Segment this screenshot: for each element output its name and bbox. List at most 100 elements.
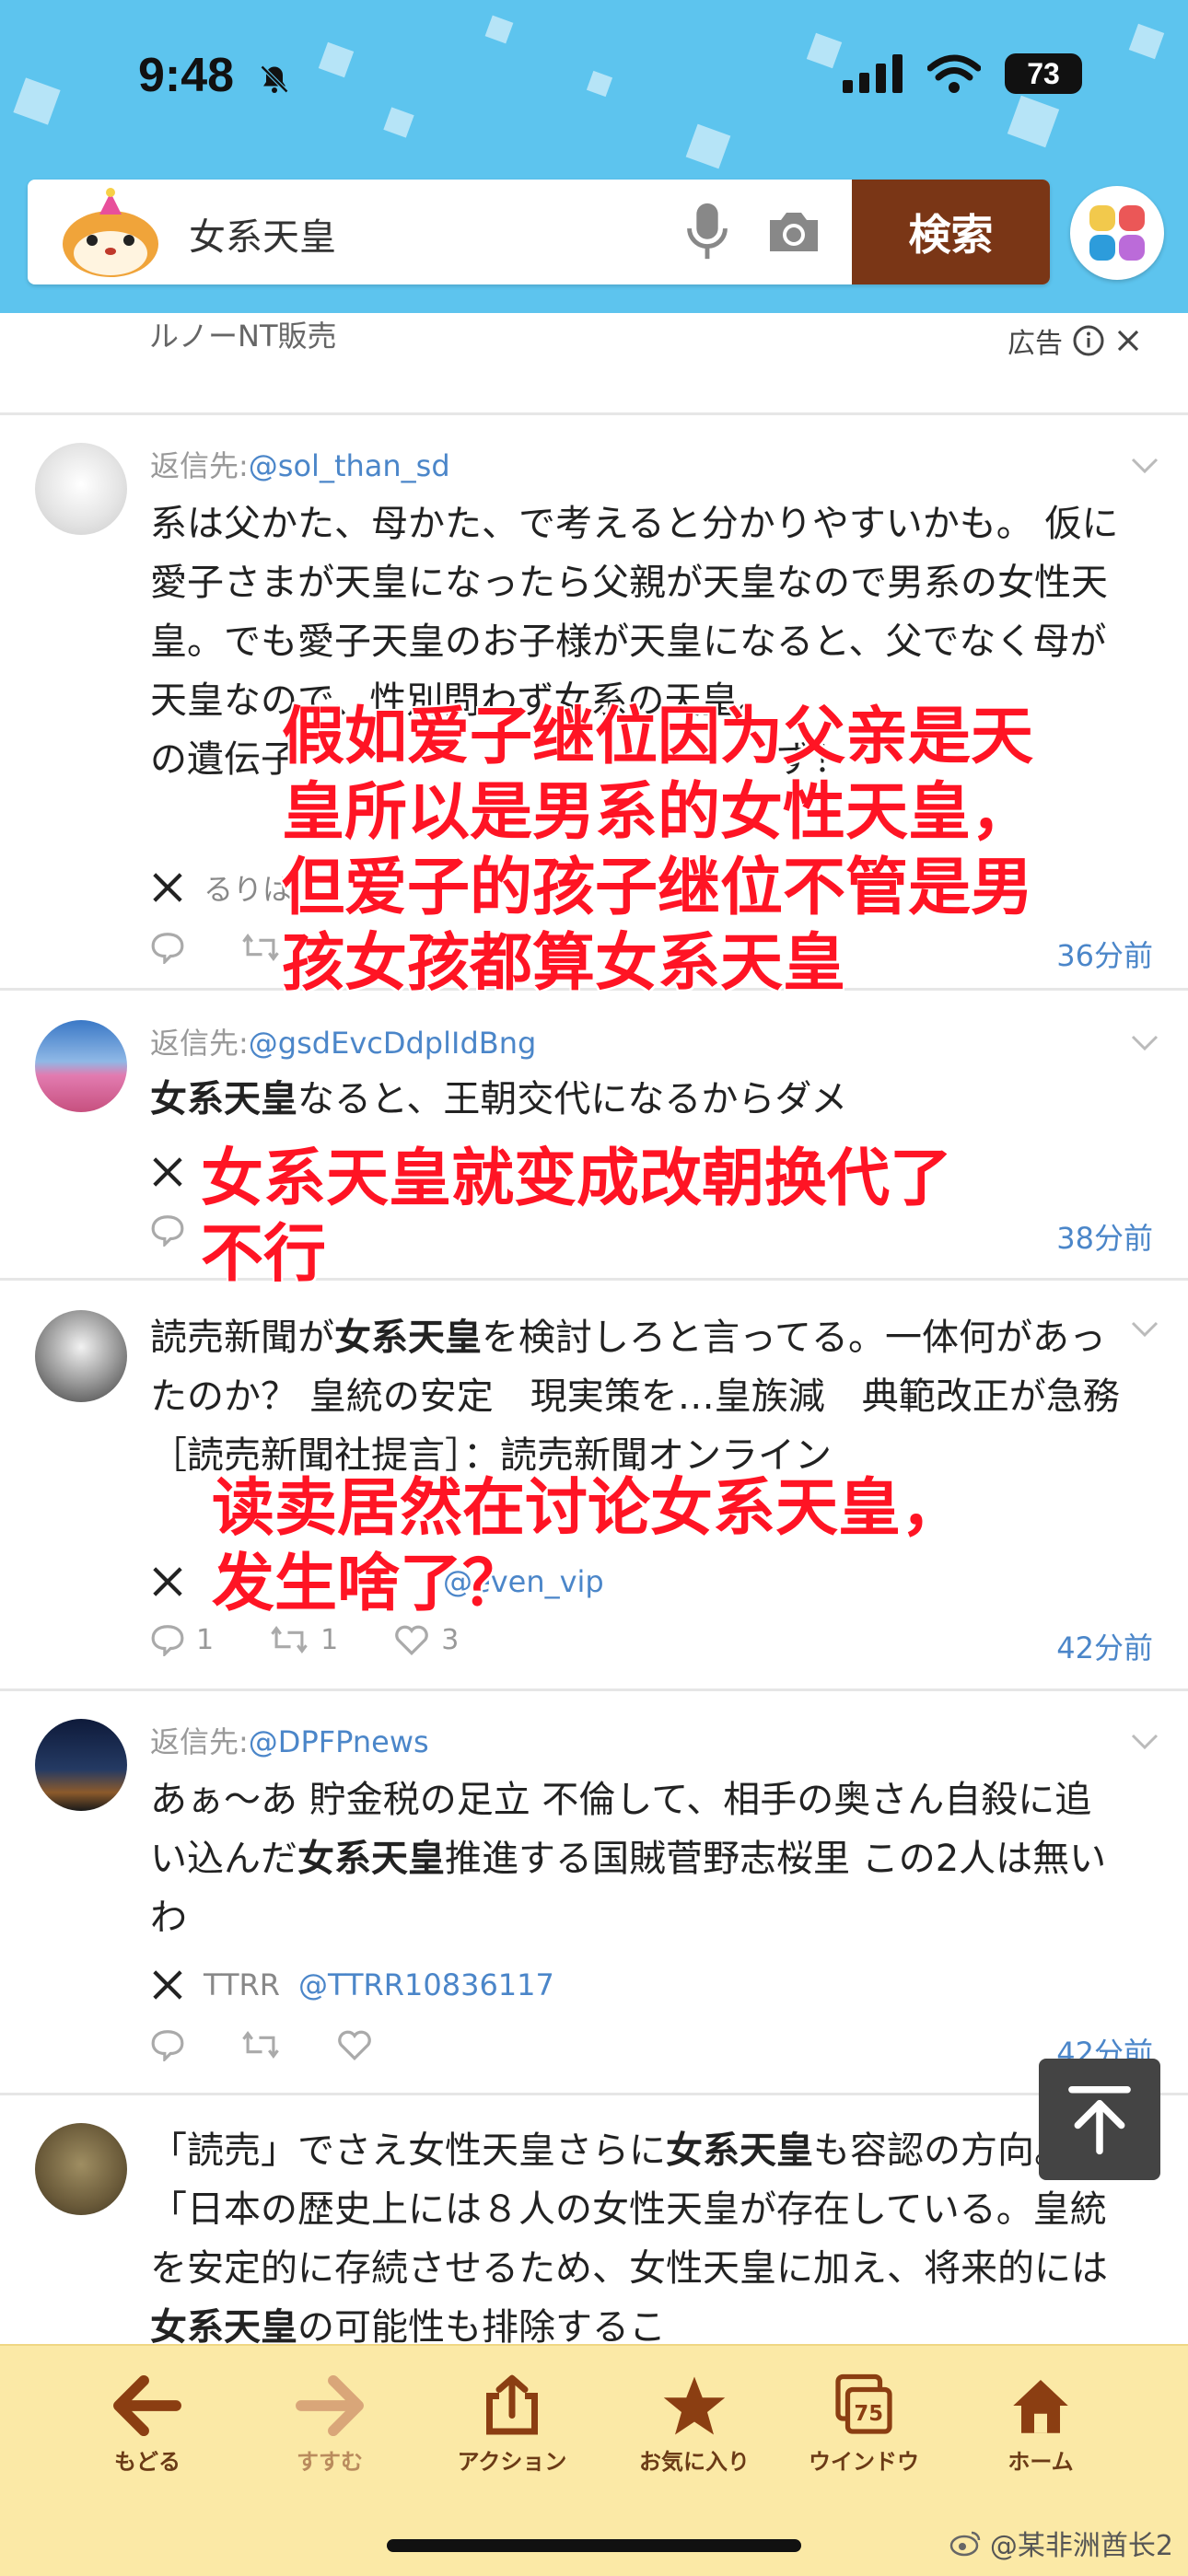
- favorites-button[interactable]: お気に入り: [611, 2373, 777, 2476]
- like-button[interactable]: [336, 2028, 373, 2061]
- back-label: もどる: [114, 2449, 181, 2475]
- search-input[interactable]: 女系天皇: [189, 207, 336, 261]
- tweet-text: 女系天皇なると、王朝交代になるからダメ: [150, 1070, 1122, 1129]
- retweet-icon: [242, 2031, 279, 2059]
- retweet-button[interactable]: 1: [269, 1624, 338, 1656]
- chevron-down-icon[interactable]: [1131, 1321, 1159, 1338]
- windows-count: 75: [854, 2402, 883, 2426]
- keyword-highlight: 女系天皇: [666, 2129, 813, 2172]
- scroll-to-top-button[interactable]: [1039, 2059, 1160, 2180]
- watermark: @某非洲酋长2: [949, 2523, 1173, 2563]
- arrow-up-to-top-icon: [1068, 2085, 1131, 2155]
- reply-to: 返信先:@DPFPnews: [150, 1719, 429, 1761]
- retweet-button[interactable]: [240, 2029, 281, 2060]
- x-logo-icon: [153, 1157, 182, 1187]
- tweet-author[interactable]: TTRR @TTRR10836117: [150, 1967, 554, 2002]
- search-bar[interactable]: 女系天皇 検索: [28, 180, 1050, 284]
- tweet-text: 「読売」でさえ女性天皇さらに女系天皇も容認の方向。＜「日本の歴史上には８人の女性…: [150, 2121, 1122, 2349]
- avatar[interactable]: [35, 2123, 127, 2215]
- reply-prefix: 返信先:: [150, 448, 249, 483]
- avatar[interactable]: [35, 1020, 127, 1112]
- windows-button[interactable]: 75 ウインドウ: [781, 2373, 947, 2476]
- reply-handle[interactable]: @DPFPnews: [249, 1724, 429, 1759]
- chevron-down-icon[interactable]: [1131, 1734, 1159, 1750]
- tweet-text-fragment: 読売新聞が: [150, 1317, 334, 1359]
- tweet-author[interactable]: るりは: [150, 866, 292, 909]
- reply-button[interactable]: [150, 1213, 185, 1247]
- home-indicator[interactable]: [387, 2539, 801, 2552]
- tweet-time[interactable]: 36分前: [1056, 933, 1153, 975]
- weibo-logo-icon: [949, 2531, 981, 2557]
- annotation-overlay: 假如爱子继位因为父亲是天 皇所以是男系的女性天皇， 但爱子的孩子继位不管是男 孩…: [280, 699, 1035, 1002]
- forward-label: すすむ: [297, 2449, 363, 2475]
- author-name: TTRR: [204, 1967, 280, 2002]
- share-icon: [486, 2374, 538, 2435]
- retweet-icon: [271, 1626, 308, 1654]
- search-button[interactable]: 検索: [852, 180, 1050, 284]
- home-label: ホーム: [1007, 2449, 1074, 2475]
- status-indicators: 73: [843, 53, 1082, 94]
- reply-handle[interactable]: @sol_than_sd: [249, 448, 450, 483]
- status-time: 9:48: [138, 49, 235, 102]
- tweet-text: 系は父かた、母かた、で考えると分かりやすいかも。 仮に愛子さまが天皇になったら父…: [150, 503, 1119, 722]
- retweet-icon: [242, 934, 279, 961]
- avatar[interactable]: [35, 1310, 127, 1402]
- watermark-text: @某非洲酋长2: [989, 2530, 1173, 2562]
- confetti: [484, 15, 514, 44]
- keyword-highlight: 女系天皇: [150, 1078, 297, 1120]
- battery-indicator: 73: [1005, 53, 1082, 94]
- reply-button[interactable]: [150, 2028, 185, 2061]
- confetti: [383, 107, 414, 138]
- reply-icon: [151, 1625, 184, 1656]
- arrow-right-icon: [296, 2374, 364, 2437]
- close-icon[interactable]: [1114, 327, 1142, 354]
- ad-banner[interactable]: ルノーNT販売 広告: [0, 313, 1188, 396]
- keyword-highlight: 女系天皇: [150, 2306, 297, 2349]
- tweet-card[interactable]: 「読売」でさえ女性天皇さらに女系天皇も容認の方向。＜「日本の歴史上には８人の女性…: [0, 2093, 1188, 2349]
- ad-advertiser: ルノーNT販売: [149, 319, 337, 354]
- microphone-icon[interactable]: [681, 200, 733, 264]
- home-button[interactable]: ホーム: [958, 2373, 1124, 2476]
- cellular-signal-icon: [843, 54, 903, 93]
- camera-icon[interactable]: [764, 203, 823, 259]
- browser-header: 9:48 73 女系天皇 検索: [0, 0, 1188, 313]
- confetti: [318, 41, 355, 78]
- tweet-author[interactable]: [150, 1155, 185, 1189]
- x-logo-icon: [153, 1567, 182, 1596]
- avatar[interactable]: [35, 1719, 127, 1811]
- chevron-down-icon[interactable]: [1131, 1035, 1159, 1051]
- star-icon: [663, 2376, 726, 2435]
- reply-to: 返信先:@sol_than_sd: [150, 443, 450, 485]
- like-button[interactable]: 3: [393, 1623, 459, 1656]
- ad-label: 広告: [1007, 320, 1142, 361]
- info-icon[interactable]: [1072, 324, 1105, 357]
- action-button[interactable]: アクション: [429, 2373, 595, 2476]
- bell-muted-icon: [260, 64, 289, 94]
- tweet-actions: [150, 2028, 373, 2061]
- reply-handle[interactable]: @gsdEvcDdplIdBng: [249, 1026, 537, 1061]
- reply-button[interactable]: [150, 931, 185, 964]
- app-switch-icon[interactable]: [1070, 186, 1164, 280]
- confetti: [13, 77, 61, 125]
- retweet-button[interactable]: [240, 932, 281, 963]
- reply-prefix: 返信先:: [150, 1026, 249, 1061]
- action-label: アクション: [457, 2449, 567, 2475]
- tweet-text-fragment: の遺伝子: [150, 738, 297, 781]
- back-button[interactable]: もどる: [64, 2373, 230, 2476]
- chevron-down-icon[interactable]: [1131, 458, 1159, 474]
- tweet-time[interactable]: 38分前: [1056, 1215, 1153, 1258]
- heart-icon: [395, 1625, 429, 1656]
- confetti: [586, 70, 613, 98]
- tweet-time[interactable]: 42分前: [1056, 1625, 1153, 1667]
- tweet-card[interactable]: 返信先:@DPFPnews あぁ〜あ 貯金税の足立 不倫して、相手の奥さん自殺に…: [0, 1688, 1188, 2093]
- confetti: [685, 123, 731, 169]
- annotation-overlay: 读卖居然在讨论女系天皇， 发生啥了？: [210, 1470, 965, 1622]
- windows-icon: 75: [835, 2373, 892, 2434]
- reply-button[interactable]: 1: [150, 1623, 214, 1656]
- home-icon: [1013, 2380, 1068, 2433]
- forward-button[interactable]: すすむ: [247, 2373, 413, 2476]
- confetti: [806, 32, 843, 69]
- confetti: [1007, 95, 1060, 148]
- tweet-actions: [150, 931, 281, 964]
- avatar[interactable]: [35, 443, 127, 535]
